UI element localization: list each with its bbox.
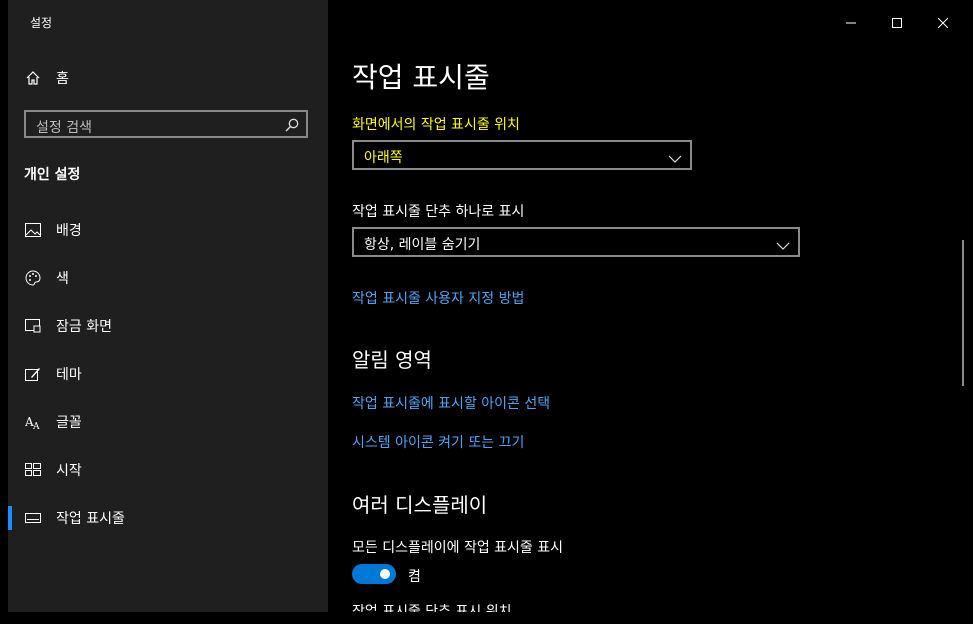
maximize-icon [892,13,902,32]
notification-area-heading: 알림 영역 [352,348,432,372]
window-bottom-border [0,612,973,624]
section-title: 개인 설정 [24,167,81,183]
dropdown-value: 아래쪽 [364,150,403,166]
toggle-state-label: 켬 [408,569,421,585]
minimize-icon [846,13,856,32]
sidebar-item-label: 잠금 화면 [56,319,112,335]
sidebar-item-background[interactable]: 배경 [8,210,328,250]
dropdown-value: 항상, 레이블 숨기기 [364,237,481,253]
sidebar-item-theme[interactable]: 테마 [8,354,328,394]
theme-icon [24,365,42,383]
sidebar-item-label: 배경 [56,223,82,239]
settings-window: 설정 홈 설정 검색 개인 설정 배경 색 잠금 화면 테마 A A 글꼴 시작… [0,0,973,624]
home-icon [24,69,42,87]
sidebar-item-lock-screen[interactable]: 잠금 화면 [8,306,328,346]
combine-buttons-dropdown[interactable]: 항상, 레이블 숨기기 [352,227,800,257]
sidebar-item-taskbar[interactable]: 작업 표시줄 [8,498,328,538]
show-on-all-displays-label: 모든 디스플레이에 작업 표시줄 표시 [352,540,563,556]
sidebar-item-fonts[interactable]: AA 글꼴 [8,402,328,442]
sidebar-item-color[interactable]: 색 [8,258,328,298]
search-placeholder: 설정 검색 [36,120,92,136]
svg-text:A: A [32,422,40,430]
chevron-down-icon [776,236,790,250]
main-content: 작업 표시줄 화면에서의 작업 표시줄 위치 아래쪽 작업 표시줄 단추 하나로… [328,0,973,612]
lock-screen-icon [24,317,42,335]
chevron-down-icon [668,149,682,163]
start-icon [24,461,42,479]
close-icon [937,13,949,32]
nav-home[interactable]: 홈 [8,58,328,98]
image-icon [24,221,42,239]
sidebar-item-label: 작업 표시줄 [56,511,125,527]
sidebar-item-start[interactable]: 시작 [8,450,328,490]
selection-indicator [8,506,12,530]
taskbar-location-dropdown[interactable]: 아래쪽 [352,140,692,170]
toggle-knob [380,569,390,579]
multiple-displays-heading: 여러 디스플레이 [352,493,488,517]
show-on-all-displays-toggle[interactable] [352,564,396,584]
scrollbar-thumb[interactable] [962,240,964,386]
sidebar-item-label: 색 [56,271,69,287]
taskbar-location-label: 화면에서의 작업 표시줄 위치 [352,117,520,133]
select-icons-link[interactable]: 작업 표시줄에 표시할 아이콘 선택 [352,393,550,413]
sidebar-item-label: 테마 [56,367,82,383]
combine-buttons-label: 작업 표시줄 단추 하나로 표시 [352,204,525,220]
palette-icon [24,269,42,287]
maximize-button[interactable] [874,8,920,36]
show-buttons-on-label: 작업 표시줄 단추 표시 위치 [352,604,512,612]
page-title: 작업 표시줄 [352,61,490,94]
nav-home-label: 홈 [56,71,69,87]
search-input[interactable]: 설정 검색 [24,110,308,138]
sidebar: 설정 홈 설정 검색 개인 설정 배경 색 잠금 화면 테마 A A 글꼴 시작… [8,0,328,612]
customize-taskbar-link[interactable]: 작업 표시줄 사용자 지정 방법 [352,288,524,308]
close-button[interactable] [920,8,966,36]
window-title: 설정 [30,16,53,30]
taskbar-icon [24,509,42,527]
font-icon: AA [24,413,42,431]
system-icons-link[interactable]: 시스템 아이콘 켜기 또는 끄기 [352,432,524,452]
sidebar-item-label: 글꼴 [56,415,82,431]
sidebar-item-label: 시작 [56,463,82,479]
search-icon [284,117,300,133]
minimize-button[interactable] [828,8,874,36]
